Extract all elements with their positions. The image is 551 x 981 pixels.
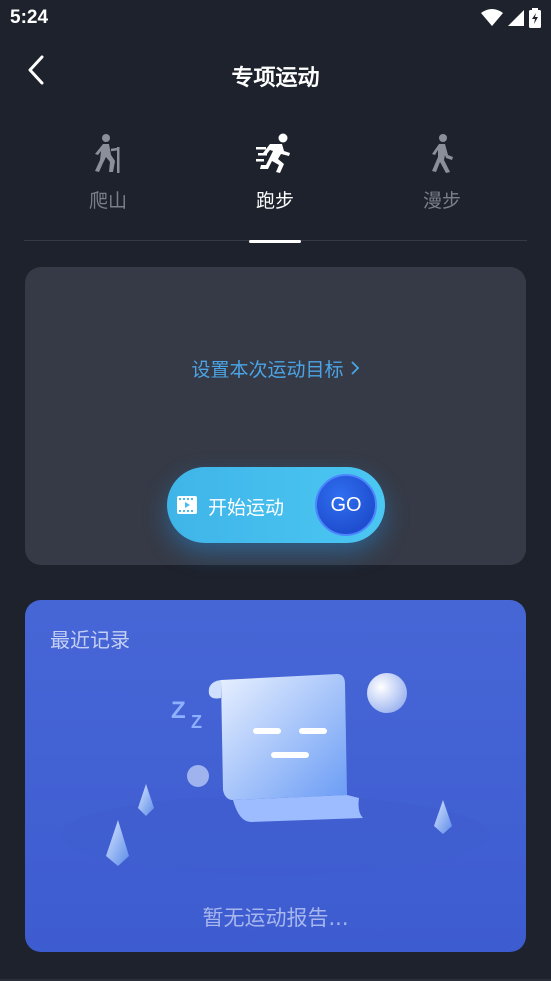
- start-exercise-button[interactable]: 开始运动 GO: [167, 467, 385, 543]
- tab-label: 跑步: [255, 190, 294, 212]
- start-exercise-label: 开始运动: [208, 497, 285, 519]
- wifi-icon: [481, 9, 503, 31]
- hiking-icon: [88, 132, 128, 174]
- tab-running[interactable]: 跑步: [215, 126, 335, 243]
- video-icon: [177, 496, 197, 518]
- empty-records-text: 暂无运动报告...: [202, 906, 349, 930]
- status-bar: 5:24: [0, 0, 551, 38]
- set-goal-link[interactable]: 设置本次运动目标: [25, 355, 526, 382]
- tab-label: 爬山: [88, 190, 127, 212]
- signal-icon: [507, 9, 525, 31]
- walking-icon: [422, 132, 462, 174]
- header: 专项运动: [0, 44, 551, 104]
- tab-walking[interactable]: 漫步: [382, 126, 502, 241]
- tab-hiking[interactable]: 爬山: [48, 126, 168, 241]
- running-icon: [255, 132, 295, 174]
- set-goal-label: 设置本次运动目标: [191, 359, 344, 381]
- battery-icon: [529, 8, 541, 32]
- goal-card: 设置本次运动目标 开始运动 GO: [25, 267, 526, 565]
- records-title: 最近记录: [50, 628, 130, 652]
- recent-records-card: 最近记录 Z Z 暂无运动报告...: [25, 600, 526, 952]
- svg-text:Z: Z: [191, 712, 202, 732]
- go-button[interactable]: GO: [315, 474, 377, 536]
- tab-label: 漫步: [422, 190, 461, 212]
- active-tab-indicator: [249, 240, 301, 243]
- empty-records-illustration: Z Z: [60, 673, 490, 875]
- page-title: 专项运动: [231, 66, 320, 91]
- status-time: 5:24: [10, 7, 49, 28]
- svg-text:Z: Z: [171, 697, 186, 724]
- status-icons: [481, 8, 541, 32]
- chevron-right-icon: [350, 359, 360, 381]
- sport-tabs: 爬山 跑步 漫步: [24, 126, 527, 243]
